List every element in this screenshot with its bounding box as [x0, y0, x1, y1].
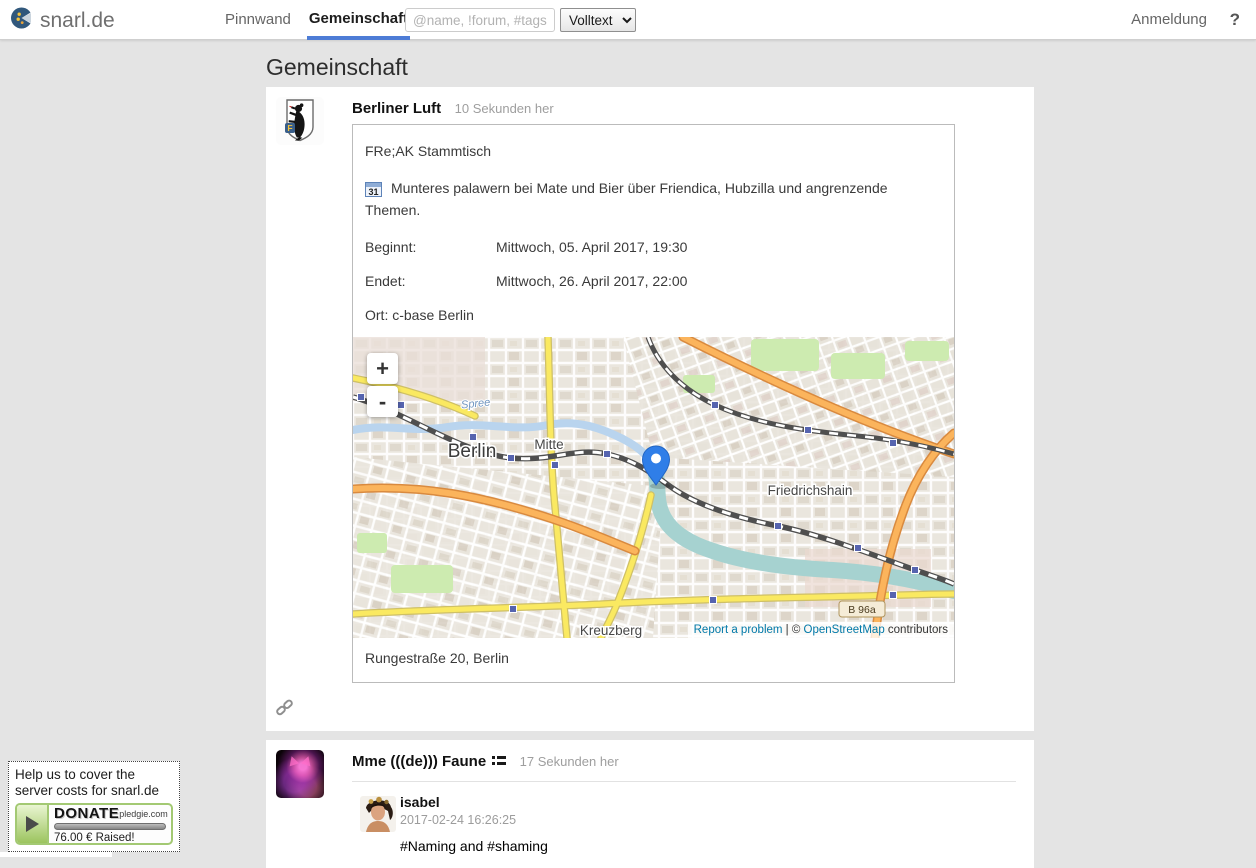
search-scope-select[interactable]: Volltext [560, 8, 636, 32]
event-location: Ort: c-base Berlin [365, 307, 942, 323]
event-start-label: Beginnt: [365, 239, 496, 255]
event-description-text: Munteres palawern bei Mate und Bier über… [365, 180, 888, 218]
author-link[interactable]: Berliner Luft [352, 100, 441, 117]
map-label-mitte: Mitte [534, 437, 563, 452]
event-address: Rungestraße 20, Berlin [365, 650, 942, 666]
map-road-badge: B 96a [839, 601, 885, 617]
donate-button[interactable]: DONATE [54, 806, 119, 821]
event-title: FRe;AK Stammtisch [365, 143, 942, 159]
openstreetmap-link[interactable]: OpenStreetMap [804, 624, 885, 636]
post-event: F Berliner Luft 10 Sekunden her FRe;AK S… [266, 87, 1034, 731]
search-scope-select-wrap: Volltext [560, 8, 636, 32]
post-actions [276, 699, 1024, 717]
permalink-icon[interactable] [276, 699, 293, 721]
donation-widget: Help us to cover the server costs for sn… [8, 761, 180, 852]
tab-gemeinschaft[interactable]: Gemeinschaft [307, 0, 410, 40]
map-label-friedrichshain: Friedrichshain [768, 483, 853, 498]
play-icon [17, 805, 49, 843]
donation-message-line2: server costs for snarl.de [15, 783, 173, 799]
openstreetmap-embed[interactable]: B 96a Berlin Mitte Friedrichshain Kreuzb… [353, 337, 954, 638]
event-end-label: Endet: [365, 273, 496, 289]
map-label-kreuzberg: Kreuzberg [580, 623, 642, 638]
map-zoom-out-button[interactable]: - [367, 386, 398, 417]
svg-text:B 96a: B 96a [848, 604, 876, 616]
community-stream: Gemeinschaft F [266, 40, 1034, 868]
post-timestamp: 17 Sekunden her [520, 754, 619, 769]
avatar-isabel[interactable] [360, 796, 396, 832]
shared-post: isabel 2017-02-24 16:26:25 #Naming and #… [360, 794, 1016, 854]
brand-home-link[interactable]: snarl.de [10, 6, 115, 35]
event-end-row: Endet: Mittwoch, 26. April 2017, 22:00 [365, 273, 942, 289]
donation-progress-bar [54, 823, 166, 830]
map-park [751, 339, 819, 371]
header-divider [352, 781, 1016, 782]
donation-message-line1: Help us to cover the [15, 767, 173, 783]
event-description: 31Munteres palawern bei Mate und Bier üb… [365, 177, 942, 221]
forum-icon [492, 754, 506, 771]
cutoff-widget [0, 852, 112, 857]
top-navbar: snarl.de Pinnwand Gemeinschaft Volltext … [0, 0, 1256, 40]
calendar-icon: 31 [365, 182, 382, 197]
friendica-logo-icon [10, 6, 34, 35]
pledgie-badge[interactable]: DONATE pledgie.com 76.00 € Raised! [15, 803, 173, 845]
attribution-suffix: contributors [885, 624, 948, 636]
avatar-mme-faune[interactable] [276, 750, 324, 798]
nav-tabs: Pinnwand Gemeinschaft [225, 0, 410, 40]
event-start-value: Mittwoch, 05. April 2017, 19:30 [496, 239, 687, 255]
login-link[interactable]: Anmeldung [1131, 0, 1207, 40]
tab-pinnwand[interactable]: Pinnwand [225, 0, 291, 40]
map-attribution: Report a problem | © OpenStreetMap contr… [688, 622, 954, 638]
page-title: Gemeinschaft [266, 55, 1034, 79]
author-link[interactable]: Mme (((de))) Faune [352, 753, 486, 770]
map-label-city: Berlin [448, 441, 497, 462]
pledgie-brand: pledgie.com [119, 807, 168, 822]
shared-text-hashtags[interactable]: #Naming and #shaming [400, 838, 1016, 854]
post-timestamp: 10 Sekunden her [455, 101, 554, 116]
report-problem-link[interactable]: Report a problem [694, 624, 783, 636]
shared-timestamp: 2017-02-24 16:26:25 [400, 813, 1016, 827]
event-end-value: Mittwoch, 26. April 2017, 22:00 [496, 273, 687, 289]
map-zoom-in-button[interactable]: + [367, 353, 398, 384]
search-input[interactable] [405, 8, 555, 32]
post-reshare: Mme (((de))) Faune 17 Sekunden her [266, 740, 1034, 868]
map-canvas: B 96a Berlin Mitte Friedrichshain Kreuzb… [353, 337, 954, 638]
shared-author-link[interactable]: isabel [400, 794, 440, 810]
svg-text:F: F [287, 123, 292, 133]
post-header: Berliner Luft 10 Sekunden her [352, 100, 1016, 117]
post-header: Mme (((de))) Faune 17 Sekunden her [352, 753, 1016, 771]
help-icon[interactable]: ? [1230, 0, 1240, 40]
donation-raised-amount: 76.00 € Raised! [54, 832, 168, 844]
site-name: snarl.de [40, 9, 115, 33]
event-card: FRe;AK Stammtisch 31Munteres palawern be… [352, 124, 955, 683]
attribution-separator: | © [782, 624, 803, 636]
event-start-row: Beginnt: Mittwoch, 05. April 2017, 19:30 [365, 239, 942, 255]
avatar-berliner-luft[interactable]: F [276, 97, 324, 145]
